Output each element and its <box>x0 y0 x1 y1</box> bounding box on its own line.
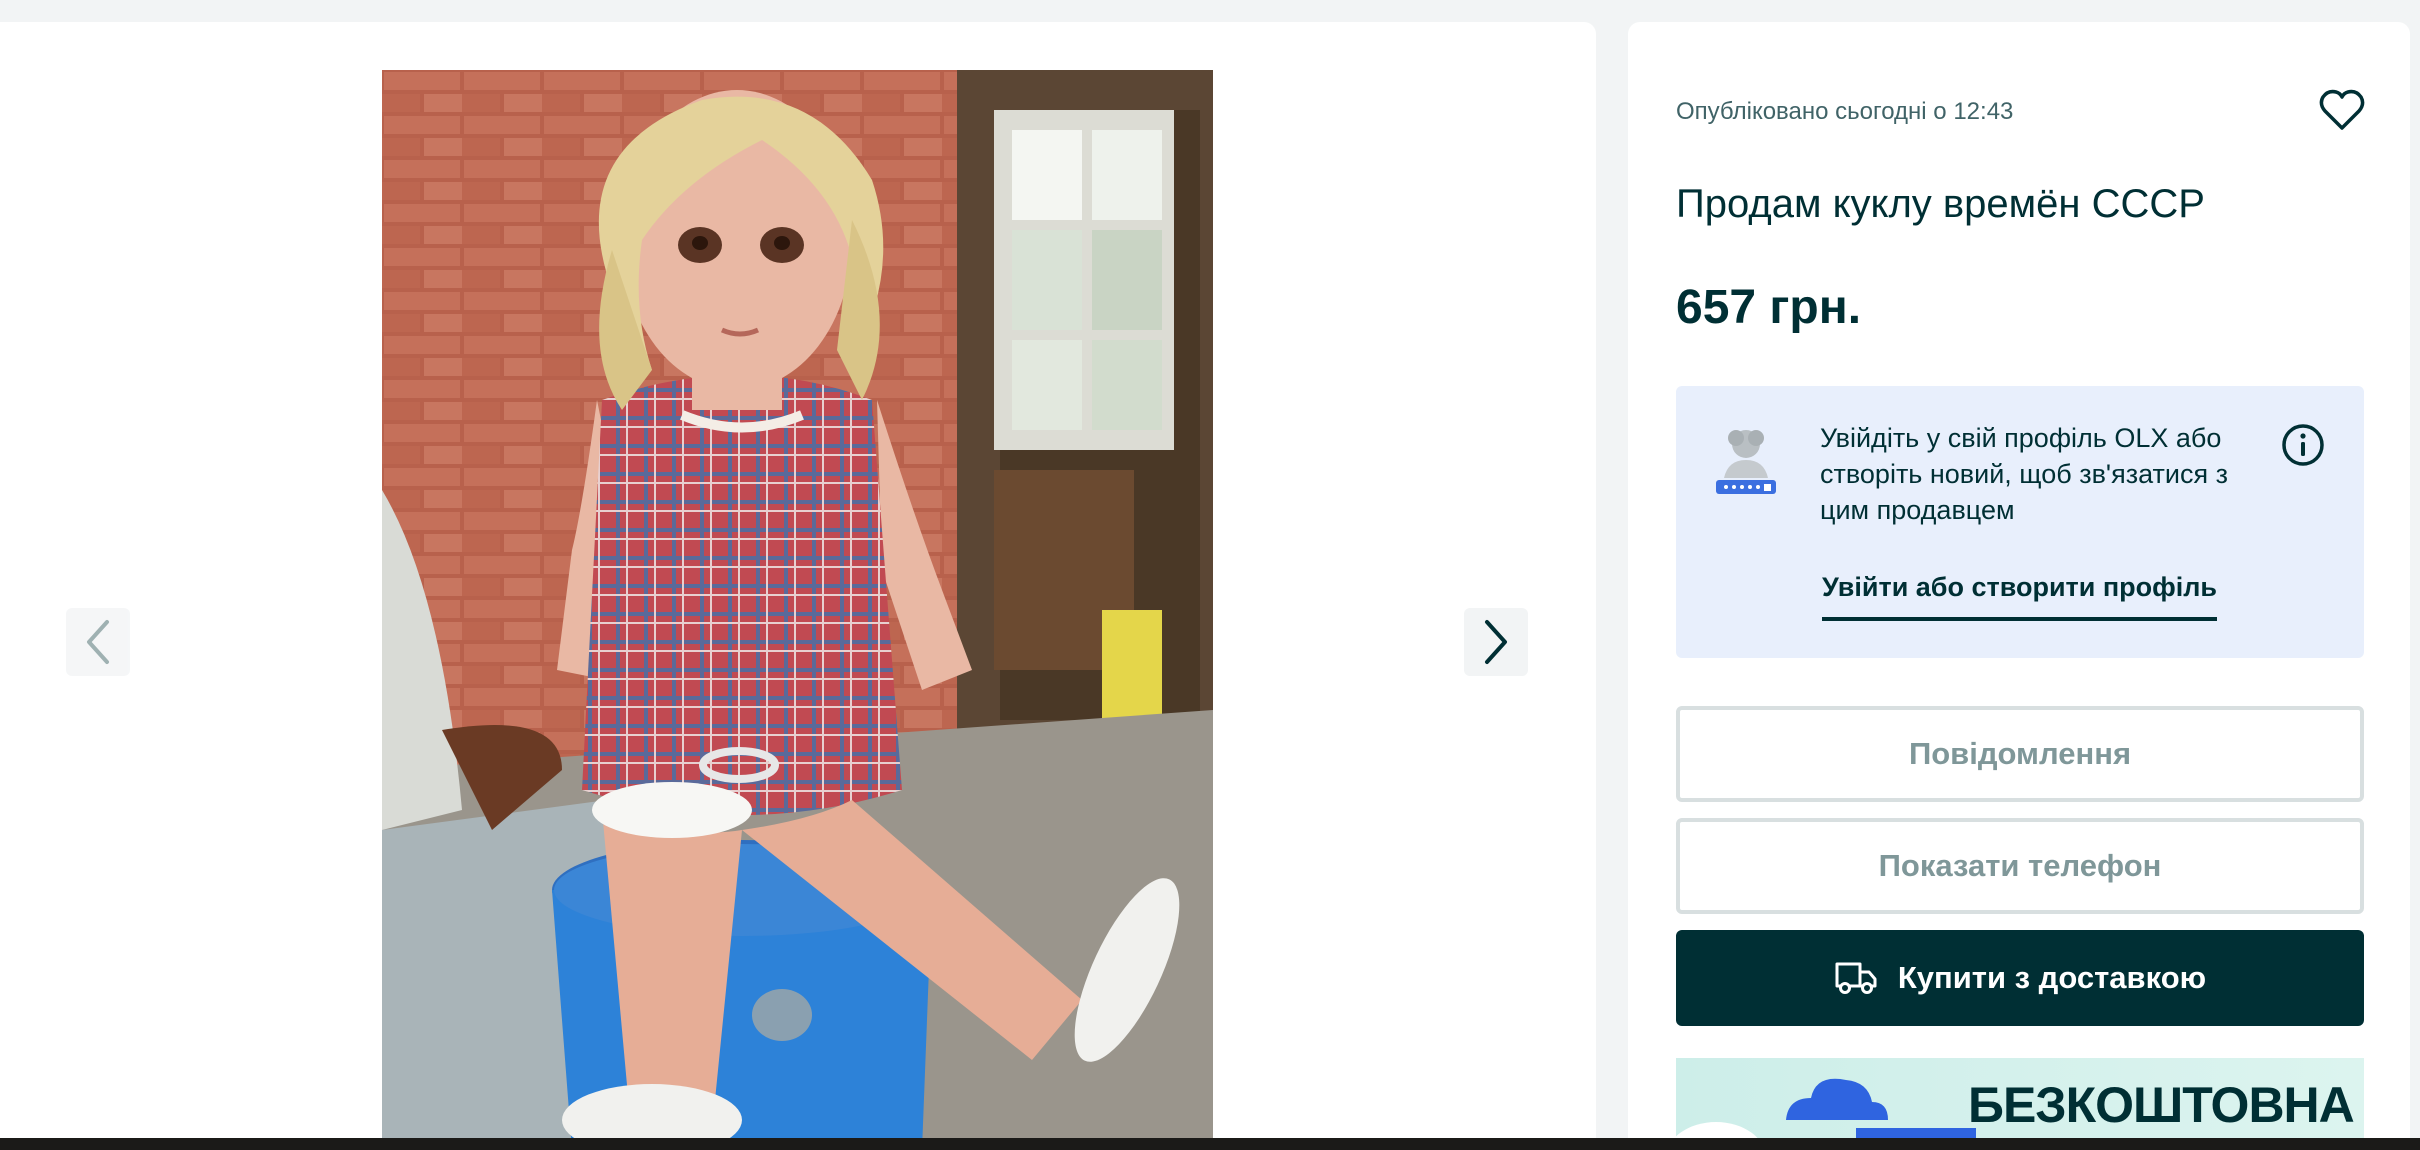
photo-gallery <box>0 22 1596 1142</box>
promo-text: БЕЗКОШТОВНА <box>1968 1077 2355 1133</box>
login-or-register-link[interactable]: Увійти або створити профіль <box>1822 572 2218 621</box>
show-phone-button-label: Показати телефон <box>1878 848 2162 883</box>
listing-sidebar: Опубліковано сьогодні о 12:43 Продам кук… <box>1628 22 2410 1142</box>
listing-photo[interactable] <box>382 70 1213 1142</box>
doll-photo-image <box>382 70 1213 1142</box>
listing-title: Продам куклу времён СССР <box>1676 182 2205 226</box>
chevron-right-icon <box>1485 620 1507 664</box>
posted-date: Опубліковано сьогодні о 12:43 <box>1676 98 2014 125</box>
message-button-label: Повідомлення <box>1908 736 2132 771</box>
buy-with-delivery-label: Купити з доставкою <box>1897 960 2207 995</box>
listing-price: 657 грн. <box>1676 281 1862 334</box>
profile-lock-icon <box>1716 430 1776 494</box>
login-message: Увійдіть у свій профіль OLX або створіть… <box>1820 423 2228 525</box>
message-button[interactable]: Повідомлення <box>1676 706 2364 802</box>
next-photo-button[interactable] <box>1464 608 1528 676</box>
chevron-left-icon <box>87 620 109 664</box>
cloud-icon <box>1676 1078 1976 1142</box>
buy-with-delivery-button[interactable]: Купити з доставкою <box>1676 930 2364 1026</box>
login-prompt: Увійдіть у свій профіль OLX або створіть… <box>1676 386 2364 658</box>
bottom-edge <box>0 1138 2420 1150</box>
previous-photo-button[interactable] <box>66 608 130 676</box>
favorite-button[interactable] <box>2316 84 2368 136</box>
heart-icon <box>2319 89 2365 130</box>
truck-icon <box>1835 962 1877 994</box>
info-icon[interactable] <box>2280 422 2326 468</box>
free-delivery-banner[interactable]: БЕЗКОШТОВНА <box>1676 1058 2364 1142</box>
show-phone-button[interactable]: Показати телефон <box>1676 818 2364 914</box>
